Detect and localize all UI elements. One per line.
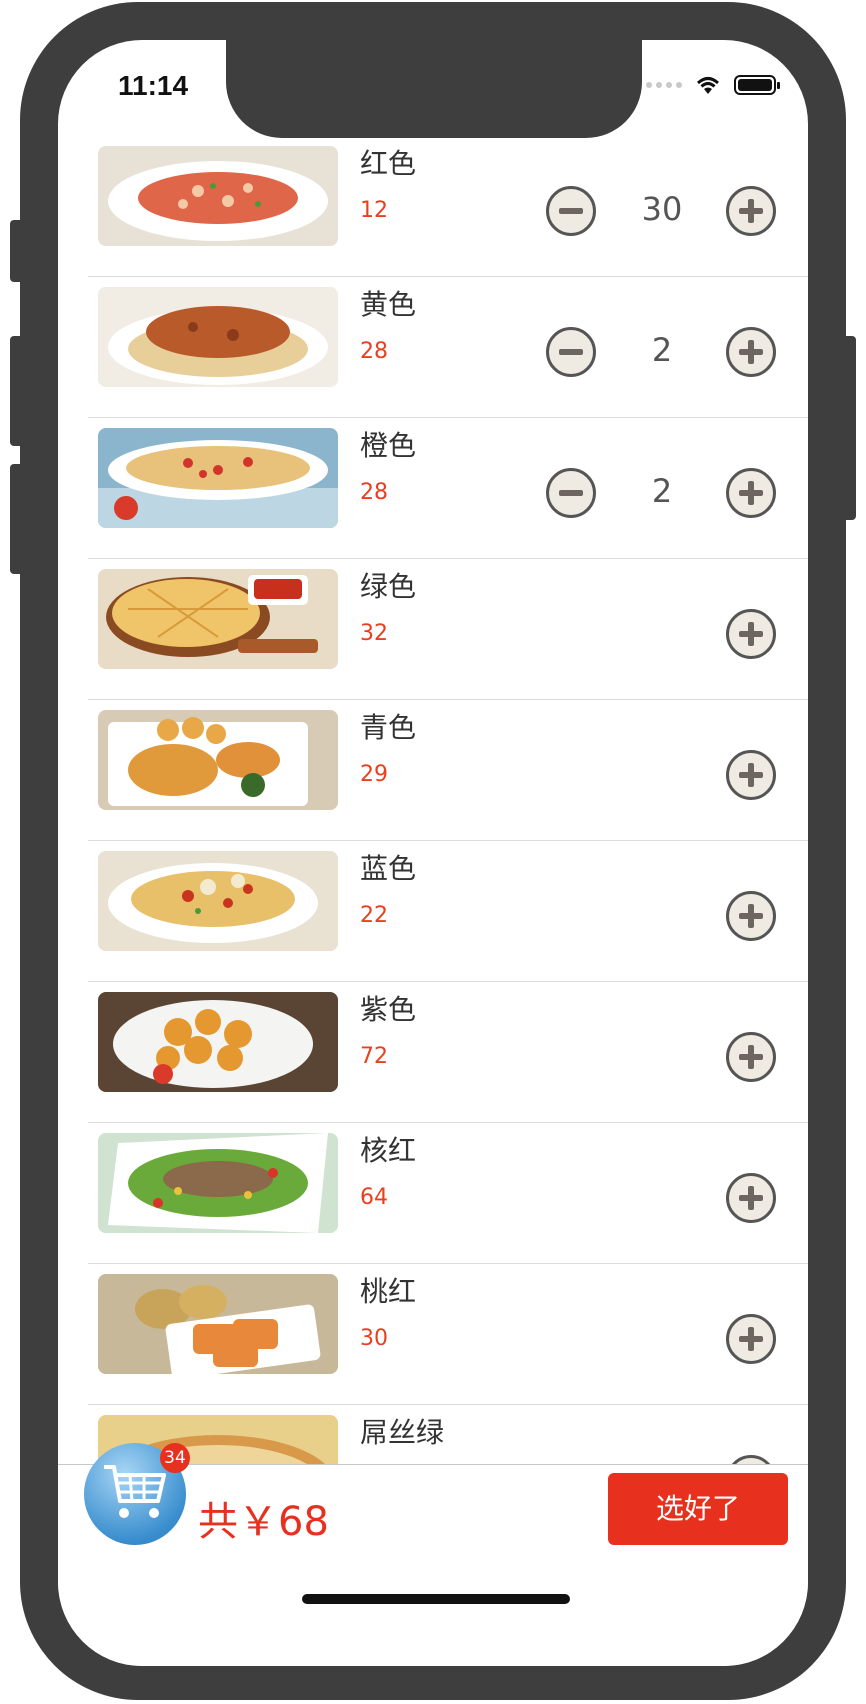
food-item-row[interactable]: 红色 12 30 <box>88 136 808 277</box>
food-price: 32 <box>360 621 388 646</box>
increase-quantity-button[interactable] <box>726 327 776 377</box>
volume-down-button <box>10 464 24 574</box>
increase-quantity-button[interactable] <box>726 1173 776 1223</box>
food-photo <box>98 1274 338 1374</box>
volume-up-button <box>10 336 24 446</box>
food-photo <box>98 992 338 1092</box>
increase-quantity-button[interactable] <box>726 1032 776 1082</box>
quantity-value: 30 <box>641 190 683 228</box>
food-photo <box>98 569 338 669</box>
food-item-row[interactable]: 桃红 30 <box>88 1264 808 1405</box>
home-indicator <box>302 1594 570 1604</box>
status-time: 11:14 <box>118 70 189 101</box>
decrease-quantity-button[interactable] <box>546 327 596 377</box>
food-price: 28 <box>360 339 388 364</box>
increase-quantity-button[interactable] <box>726 186 776 236</box>
app-screen: 11:14 红色 12 30 黄色 28 2 橙色 28 2 绿色 32 青色 29 蓝色 22 紫色 72 核红… <box>58 40 808 1666</box>
food-name: 青色 <box>360 711 417 744</box>
food-price: 22 <box>360 903 388 928</box>
food-photo <box>98 851 338 951</box>
food-name: 核红 <box>360 1134 417 1167</box>
food-photo <box>98 146 338 246</box>
food-name: 绿色 <box>360 570 417 603</box>
quantity-value: 2 <box>651 472 673 510</box>
decrease-quantity-button[interactable] <box>546 186 596 236</box>
signal-icon <box>646 82 682 88</box>
decrease-quantity-button[interactable] <box>546 468 596 518</box>
food-item-row[interactable]: 青色 29 <box>88 700 808 841</box>
food-price: 64 <box>360 1185 388 1210</box>
status-icons <box>646 74 780 96</box>
food-name: 红色 <box>360 147 417 180</box>
food-price: 72 <box>360 1044 388 1069</box>
mute-switch <box>10 220 24 282</box>
increase-quantity-button[interactable] <box>726 1314 776 1364</box>
food-price: 29 <box>360 762 388 787</box>
increase-quantity-button[interactable] <box>726 609 776 659</box>
food-name: 黄色 <box>360 288 417 321</box>
food-photo <box>98 1133 338 1233</box>
battery-icon <box>734 75 780 95</box>
increase-quantity-button[interactable] <box>726 891 776 941</box>
quantity-value: 2 <box>651 331 673 369</box>
food-name: 紫色 <box>360 993 417 1026</box>
food-name: 蓝色 <box>360 852 417 885</box>
increase-quantity-button[interactable] <box>726 750 776 800</box>
food-price: 28 <box>360 480 388 505</box>
food-price: 12 <box>360 198 388 223</box>
food-price: 30 <box>360 1326 388 1351</box>
food-item-row[interactable]: 绿色 32 <box>88 559 808 700</box>
food-name: 屌丝绿 <box>360 1416 445 1449</box>
food-photo <box>98 428 338 528</box>
cart-bar: 34 共￥68 选好了 <box>58 1443 808 1666</box>
food-item-row[interactable]: 核红 64 <box>88 1123 808 1264</box>
cart-count-badge: 34 <box>160 1443 190 1473</box>
food-item-row[interactable]: 黄色 28 2 <box>88 277 808 418</box>
food-item-row[interactable]: 紫色 72 <box>88 982 808 1123</box>
food-name: 橙色 <box>360 429 417 462</box>
increase-quantity-button[interactable] <box>726 468 776 518</box>
food-item-row[interactable]: 蓝色 22 <box>88 841 808 982</box>
wifi-icon <box>696 77 720 94</box>
food-list[interactable]: 红色 12 30 黄色 28 2 橙色 28 2 绿色 32 青色 29 蓝色 22 紫色 72 核红 64 桃红 30… <box>58 136 808 1546</box>
confirm-order-button[interactable]: 选好了 <box>608 1473 788 1545</box>
food-photo <box>98 287 338 387</box>
notch <box>226 40 642 138</box>
food-photo <box>98 710 338 810</box>
food-item-row[interactable]: 橙色 28 2 <box>88 418 808 559</box>
power-button <box>842 336 856 520</box>
food-name: 桃红 <box>360 1275 417 1308</box>
cart-total: 共￥68 <box>198 1499 329 1545</box>
